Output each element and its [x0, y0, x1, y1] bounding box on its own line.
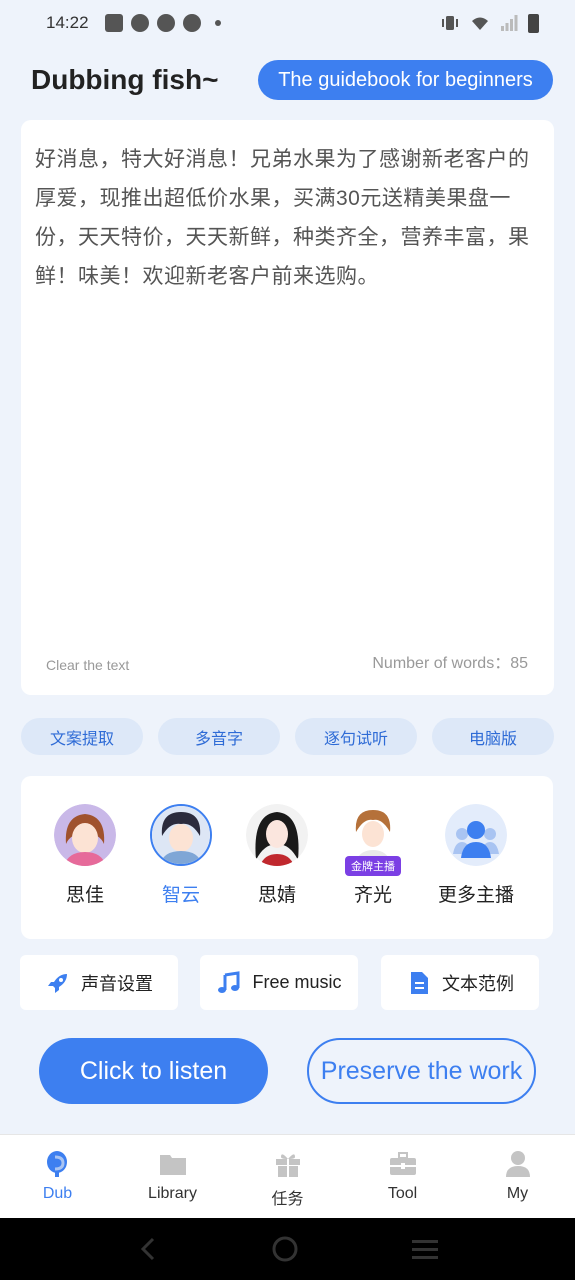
word-count: Number of words：85: [372, 655, 528, 672]
text-editor[interactable]: 好消息，特大好消息！兄弟水果为了感谢新老客户的厚爱，现推出超低价水果，买满30元…: [21, 120, 554, 695]
text-extract-button[interactable]: 文案提取: [21, 718, 143, 755]
nav-label: Library: [148, 1185, 197, 1202]
notification-icon: [104, 14, 123, 32]
avatar: [246, 804, 308, 866]
sentence-preview-button[interactable]: 逐句试听: [295, 718, 417, 755]
save-work-button[interactable]: Preserve the work: [307, 1038, 536, 1104]
anchor-selector: 思佳 智云 思婧 金牌主播 齐光 更多主播: [21, 776, 553, 939]
app-notification-icon: [130, 14, 149, 32]
gold-anchor-badge: 金牌主播: [345, 856, 401, 876]
nav-my[interactable]: My: [460, 1135, 575, 1218]
app-notification-icon: [156, 14, 175, 32]
anchor-sijia[interactable]: 思佳: [40, 804, 130, 907]
menu-icon[interactable]: [411, 1237, 439, 1261]
document-icon: [406, 970, 432, 996]
system-nav-bar: [0, 1218, 575, 1280]
nav-label: 任务: [271, 1191, 304, 1208]
nav-label: My: [506, 1185, 529, 1202]
tool-label: Free music: [252, 972, 342, 992]
nav-dub[interactable]: Dub: [0, 1135, 115, 1218]
nav-label: Dub: [42, 1185, 73, 1202]
home-icon[interactable]: [271, 1235, 299, 1263]
avatar: [150, 804, 212, 866]
toolbox-icon: [389, 1152, 416, 1175]
polyphonic-button[interactable]: 多音字: [158, 718, 280, 755]
app-title: Dubbing fish~: [31, 64, 219, 95]
tool-label: 声音设置: [81, 973, 153, 994]
status-bar: 14:22: [0, 0, 575, 46]
text-examples-button[interactable]: 文本范例: [381, 955, 539, 1010]
editor-text[interactable]: 好消息，特大好消息！兄弟水果为了感谢新老客户的厚爱，现推出超低价水果，买满30元…: [35, 140, 540, 296]
microphone-icon: [46, 1151, 67, 1177]
anchor-name: 更多主播: [437, 885, 514, 906]
nav-label: Tool: [387, 1185, 418, 1202]
more-anchors-button[interactable]: 更多主播: [431, 804, 521, 907]
avatar: [54, 804, 116, 866]
person-icon: [505, 1151, 530, 1177]
clear-text-button[interactable]: Clear the text: [46, 657, 129, 673]
signal-icon: [501, 15, 518, 31]
music-note-icon: [216, 970, 242, 996]
more-notifications-icon: [214, 20, 221, 26]
voice-settings-button[interactable]: 声音设置: [20, 955, 178, 1010]
anchor-zhiyun[interactable]: 智云: [136, 804, 226, 907]
rocket-icon: [45, 970, 71, 996]
nav-library[interactable]: Library: [115, 1135, 230, 1218]
bottom-nav: Dub Library 任务 Tool My: [0, 1134, 575, 1218]
pc-version-button[interactable]: 电脑版: [432, 718, 554, 755]
anchor-name: 智云: [161, 885, 200, 906]
anchor-name: 齐光: [353, 885, 392, 906]
status-time: 14:22: [46, 13, 89, 32]
more-anchors-icon: [445, 804, 507, 866]
battery-icon: [528, 13, 539, 33]
back-icon[interactable]: [136, 1235, 160, 1263]
anchor-sijing[interactable]: 思婧: [232, 804, 322, 907]
nav-tool[interactable]: Tool: [345, 1135, 460, 1218]
anchor-name: 思婧: [257, 885, 296, 906]
anchor-name: 思佳: [65, 885, 104, 906]
anchor-qiguang[interactable]: 金牌主播 齐光: [328, 804, 418, 907]
guidebook-button[interactable]: The guidebook for beginners: [258, 60, 553, 100]
free-music-button[interactable]: Free music: [200, 955, 358, 1010]
wifi-icon: [472, 17, 488, 30]
nav-tasks[interactable]: 任务: [230, 1135, 345, 1218]
app-notification-icon: [182, 14, 201, 32]
header: Dubbing fish~ The guidebook for beginner…: [0, 58, 575, 104]
tool-label: 文本范例: [442, 973, 514, 994]
listen-button[interactable]: Click to listen: [39, 1038, 268, 1104]
gift-icon: [275, 1154, 300, 1177]
vibrate-icon: [442, 16, 458, 30]
folder-icon: [159, 1155, 186, 1175]
